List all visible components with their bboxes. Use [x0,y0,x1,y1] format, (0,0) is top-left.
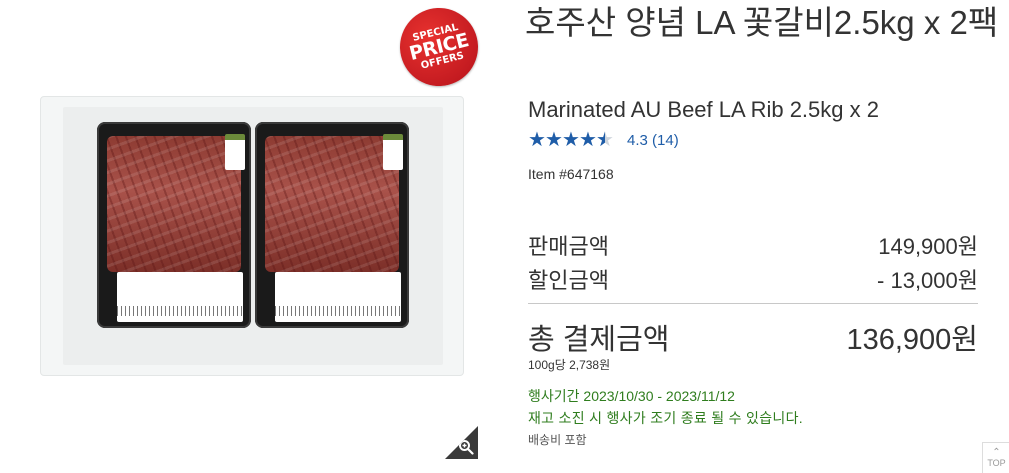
rating-count-link[interactable]: 4.3 (14) [627,132,679,149]
unit-price: 100g당 2,738원 [528,358,611,372]
total-price-row: 총 결제금액 136,900원 [528,316,978,358]
sell-price-label: 판매금액 [528,234,609,259]
scroll-top-button[interactable]: ⌃ TOP [982,442,1009,473]
rating-stars: ★ ★ ★ ★ ★ [528,129,614,151]
product-rating[interactable]: ★ ★ ★ ★ ★ 4.3 (14) [528,130,679,150]
star-half-icon: ★ [596,130,614,150]
star-icon: ★ [545,129,563,151]
star-icon: ★ [528,129,546,151]
promo-period: 행사기간 2023/10/30 - 2023/11/12 [528,388,735,404]
star-icon: ★ [579,129,597,151]
sell-price-value: 149,900원 [878,234,978,259]
item-number: Item #647168 [528,166,614,182]
discount-row: 할인금액 - 13,000원 [528,263,978,295]
meat-pack-right [255,122,409,328]
price-divider [528,303,978,304]
product-image-area[interactable]: SPECIAL PRICE OFFERS [0,0,490,472]
meat-pack-left [97,122,251,328]
special-price-badge: SPECIAL PRICE OFFERS [391,0,487,95]
magnifier-zoom-icon [459,440,474,455]
image-zoom-button[interactable] [445,426,478,459]
top-button-label: TOP [987,457,1006,468]
product-title-korean: 호주산 양념 LA 꽃갈비2.5kg x 2팩 [525,4,999,41]
shipping-info: 배송비 포함 [528,433,587,447]
discount-label: 할인금액 [528,268,609,293]
star-icon: ★ [562,129,580,151]
total-price-label: 총 결제금액 [528,324,670,356]
discount-value: - 13,000원 [877,268,978,293]
product-title-english: Marinated AU Beef LA Rib 2.5kg x 2 [528,97,879,122]
chevron-up-icon: ⌃ [992,446,1001,458]
promo-early-end-note: 재고 소진 시 행사가 조기 종료 될 수 있습니다. [528,410,803,426]
sell-price-row: 판매금액 149,900원 [528,229,978,261]
total-price-value: 136,900원 [846,324,978,356]
